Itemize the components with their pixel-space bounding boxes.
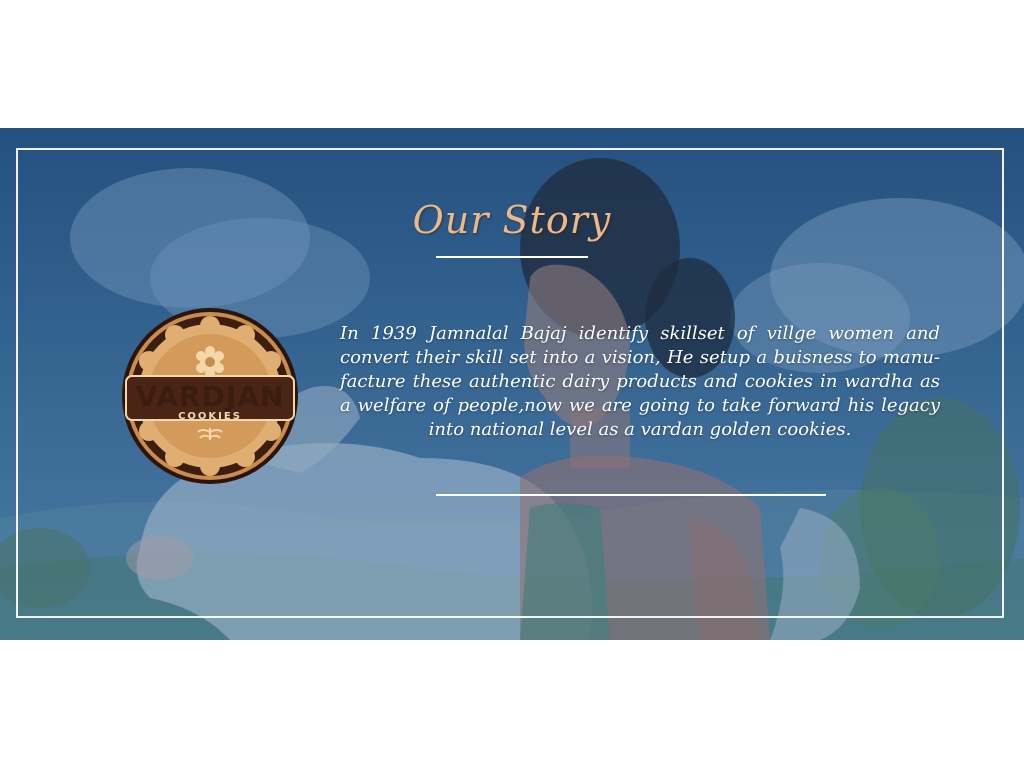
title-underline bbox=[436, 256, 588, 258]
logo-sub-text: COOKIES bbox=[178, 411, 242, 422]
story-paragraph: In 1939 Jamnalal Bajaj identify skillset… bbox=[340, 323, 940, 440]
section-title: Our Story bbox=[412, 198, 612, 242]
our-story-banner: Our Story In 1939 Jamnalal Bajaj identif… bbox=[0, 128, 1024, 640]
logo-brand-text: VARDJAN bbox=[135, 380, 285, 413]
bottom-divider bbox=[436, 494, 826, 496]
